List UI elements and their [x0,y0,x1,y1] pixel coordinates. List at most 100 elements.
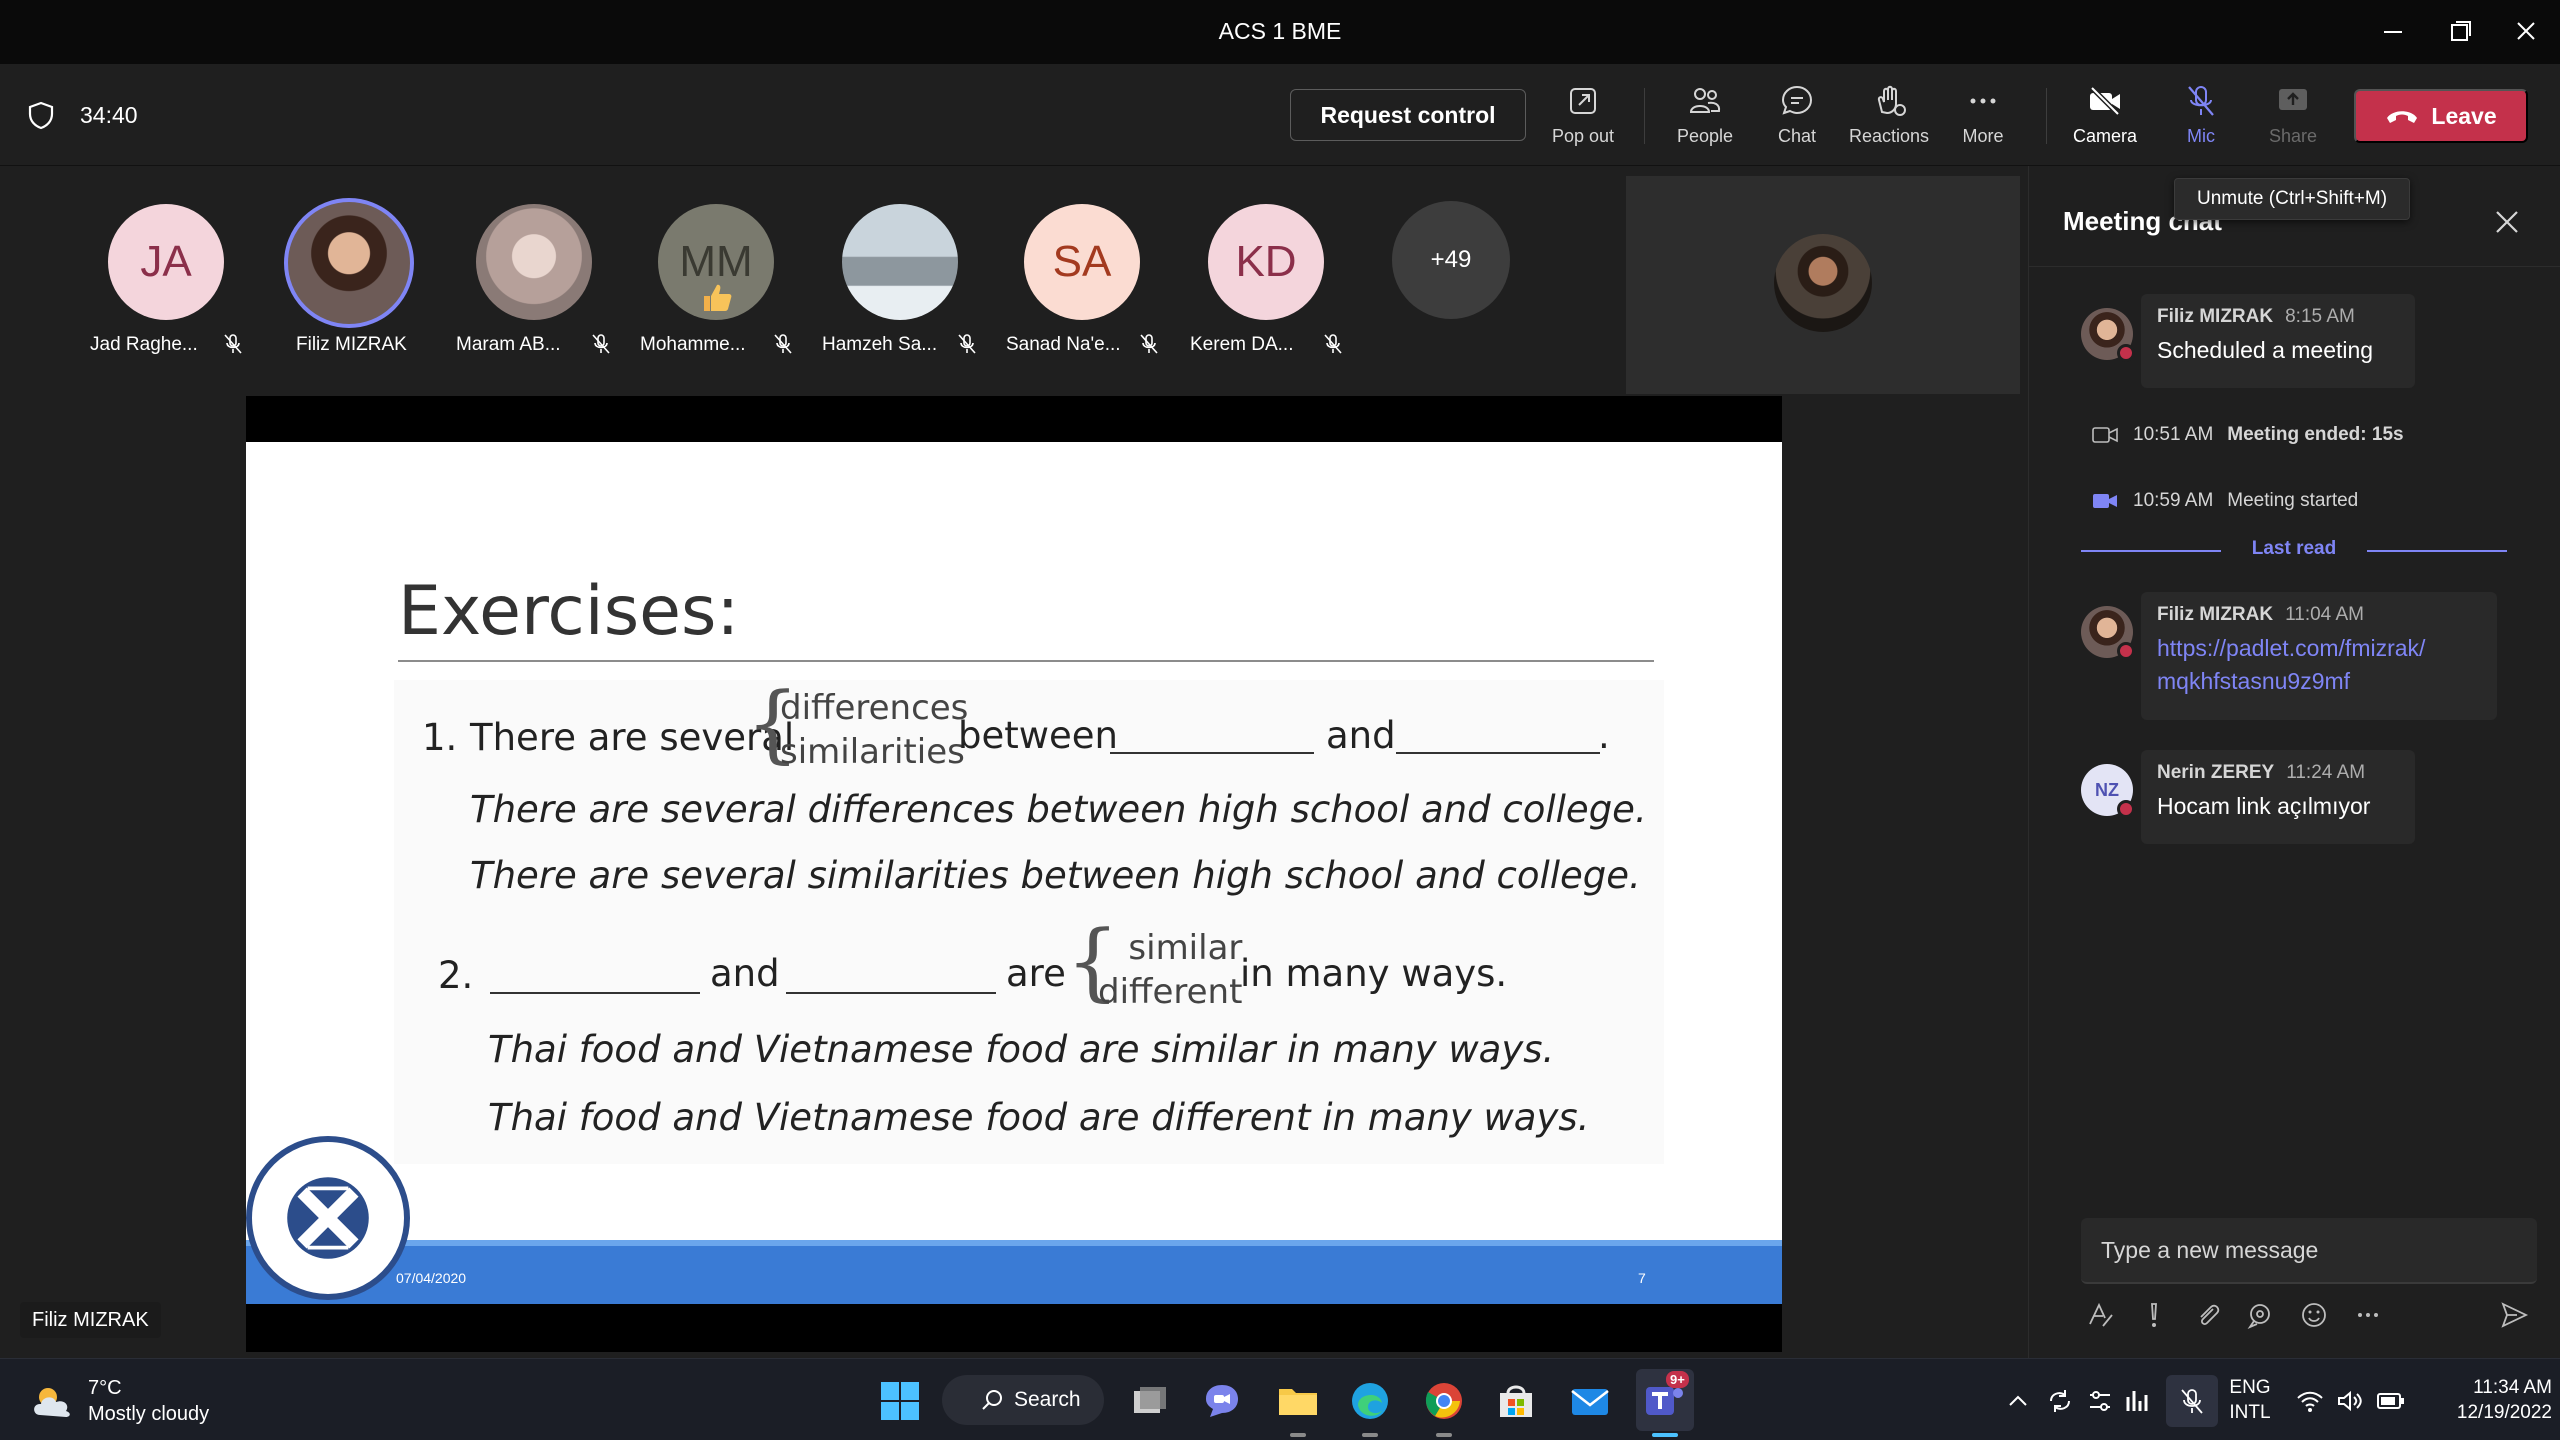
avatar-photo[interactable] [476,204,592,320]
avatar[interactable]: JA [108,204,224,320]
participant-name: Mohamme... [640,334,746,355]
close-window-button[interactable] [2506,14,2546,50]
more-button[interactable]: More [1938,82,2028,152]
window-title: ACS 1 BME [1218,18,1342,44]
video-camera-icon [2093,494,2117,508]
avatar[interactable]: KD [1208,204,1324,320]
option-different: different [1098,972,1243,1012]
participant-name: Sanad Na'e... [1006,334,1121,355]
message-text: Hocam link açılmıyor [2157,793,2371,819]
microsoft-store-icon[interactable] [1494,1379,1538,1423]
meeting-event: 10:59 AM Meeting started [2091,490,2358,512]
chat-message[interactable]: Nerin ZEREY 11:24 AM Hocam link açılmıyor [2141,750,2415,844]
chat-message[interactable]: Filiz MIZRAK 8:15 AM Scheduled a meeting [2141,294,2415,388]
camera-button[interactable]: Camera [2060,82,2150,152]
status-badge [2117,800,2135,818]
restore-button[interactable] [2440,14,2480,50]
mic-button[interactable]: Mic [2156,82,2246,152]
battery-icon[interactable] [2376,1391,2406,1411]
message-time: 11:04 AM [2285,604,2364,625]
active-app-indicator [1290,1433,1306,1437]
avatar[interactable] [2081,606,2135,660]
self-video-tile[interactable] [1626,176,2020,394]
attach-icon[interactable] [2193,1300,2223,1330]
teams-chat-icon[interactable] [1200,1379,1244,1423]
audio-bars-icon[interactable] [2124,1387,2152,1415]
title-bar: ACS 1 BME [0,0,2560,64]
file-explorer-icon[interactable] [1276,1379,1320,1423]
more-options-icon[interactable] [2353,1300,2383,1330]
emoji-icon[interactable] [2299,1300,2329,1330]
divider-line [2367,550,2507,552]
close-icon[interactable] [2487,202,2527,242]
chat-button[interactable]: Chat [1752,82,1842,152]
send-icon[interactable] [2499,1300,2529,1330]
compose-toolbar [2081,1296,2537,1336]
more-participants-button[interactable]: +49 [1392,201,1510,319]
active-app-indicator [1436,1433,1452,1437]
exercise-2-are: are [1006,952,1066,995]
wifi-icon[interactable] [2296,1389,2324,1413]
minimize-button[interactable] [2372,14,2412,50]
loop-icon[interactable] [2245,1300,2275,1330]
format-icon[interactable] [2085,1300,2115,1330]
chat-divider [2029,266,2560,267]
mic-muted-icon [774,334,792,354]
people-label: People [1676,126,1734,146]
reactions-icon [1877,85,1906,116]
avatar[interactable]: NZ [2081,764,2135,818]
phone-hangup-icon [2387,111,2418,123]
sync-icon[interactable] [2046,1387,2074,1415]
input-language[interactable]: ENG INTL [2222,1375,2278,1425]
important-icon[interactable] [2139,1300,2169,1330]
chat-panel: Meeting chat Filiz MIZRAK 8:15 AM Schedul… [2028,166,2560,1358]
chat-message[interactable]: Filiz MIZRAK 11:04 AM https://padlet.com/… [2141,592,2497,720]
slide-page-number: 7 [1638,1270,1646,1286]
weather-description: Mostly cloudy [88,1403,210,1425]
exercise-2-and: and [710,952,780,995]
chrome-browser-icon[interactable] [1422,1379,1466,1423]
avatar-photo[interactable] [842,204,958,320]
option-similar: similar [1128,928,1243,968]
exercise-1-options: differences similarities [780,686,968,774]
taskbar-search[interactable]: Search [942,1375,1104,1425]
leave-label: Leave [2431,102,2497,129]
mail-icon[interactable] [1568,1379,1612,1423]
participant-name: Kerem DA... [1190,334,1294,355]
reactions-button[interactable]: Reactions [1844,82,1934,152]
teams-mute-tray-button[interactable] [2166,1375,2218,1427]
active-app-indicator [1652,1433,1678,1437]
edge-browser-icon[interactable] [1348,1379,1392,1423]
meeting-toolbar: 34:40 Request control Pop out People Cha… [0,64,2560,166]
keyboard-layout: INTL [2229,1402,2271,1423]
volume-icon[interactable] [2336,1389,2364,1413]
message-input[interactable]: Type a new message [2081,1218,2537,1284]
teams-app-button[interactable]: 9+ [1636,1369,1694,1437]
share-icon [2279,89,2307,110]
blank-line [1110,752,1314,754]
last-read-divider: Last read [2081,536,2507,566]
slide-title: Exercises: [398,572,740,651]
avatar-photo[interactable] [284,198,414,328]
avatar[interactable]: SA [1024,204,1140,320]
option-differences: differences [780,688,969,728]
task-view-icon[interactable] [1128,1379,1172,1423]
clock[interactable]: 11:34 AM 12/19/2022 [2422,1375,2552,1425]
network-adapter-icon[interactable] [2086,1387,2114,1415]
option-similarities: similarities [780,732,965,772]
avatar-initials: NZ [2095,779,2119,800]
request-control-button[interactable]: Request control [1290,89,1526,141]
weather-temperature: 7°C [88,1377,122,1399]
pop-out-button[interactable]: Pop out [1538,82,1628,152]
message-link[interactable]: https://padlet.com/fmizrak/ mqkhfstasnu9… [2157,632,2481,698]
leave-button[interactable]: Leave [2354,89,2528,143]
people-button[interactable]: People [1660,82,1750,152]
weather-cloud-icon[interactable] [30,1383,78,1419]
chevron-up-icon[interactable] [2006,1389,2030,1413]
windows-start-icon[interactable] [878,1379,922,1423]
more-icon [1970,98,1996,104]
share-button[interactable]: Share [2248,82,2338,152]
exercise-2-options: similar different [1098,926,1242,1014]
chat-label: Chat [1777,126,1817,146]
avatar[interactable] [2081,308,2135,362]
